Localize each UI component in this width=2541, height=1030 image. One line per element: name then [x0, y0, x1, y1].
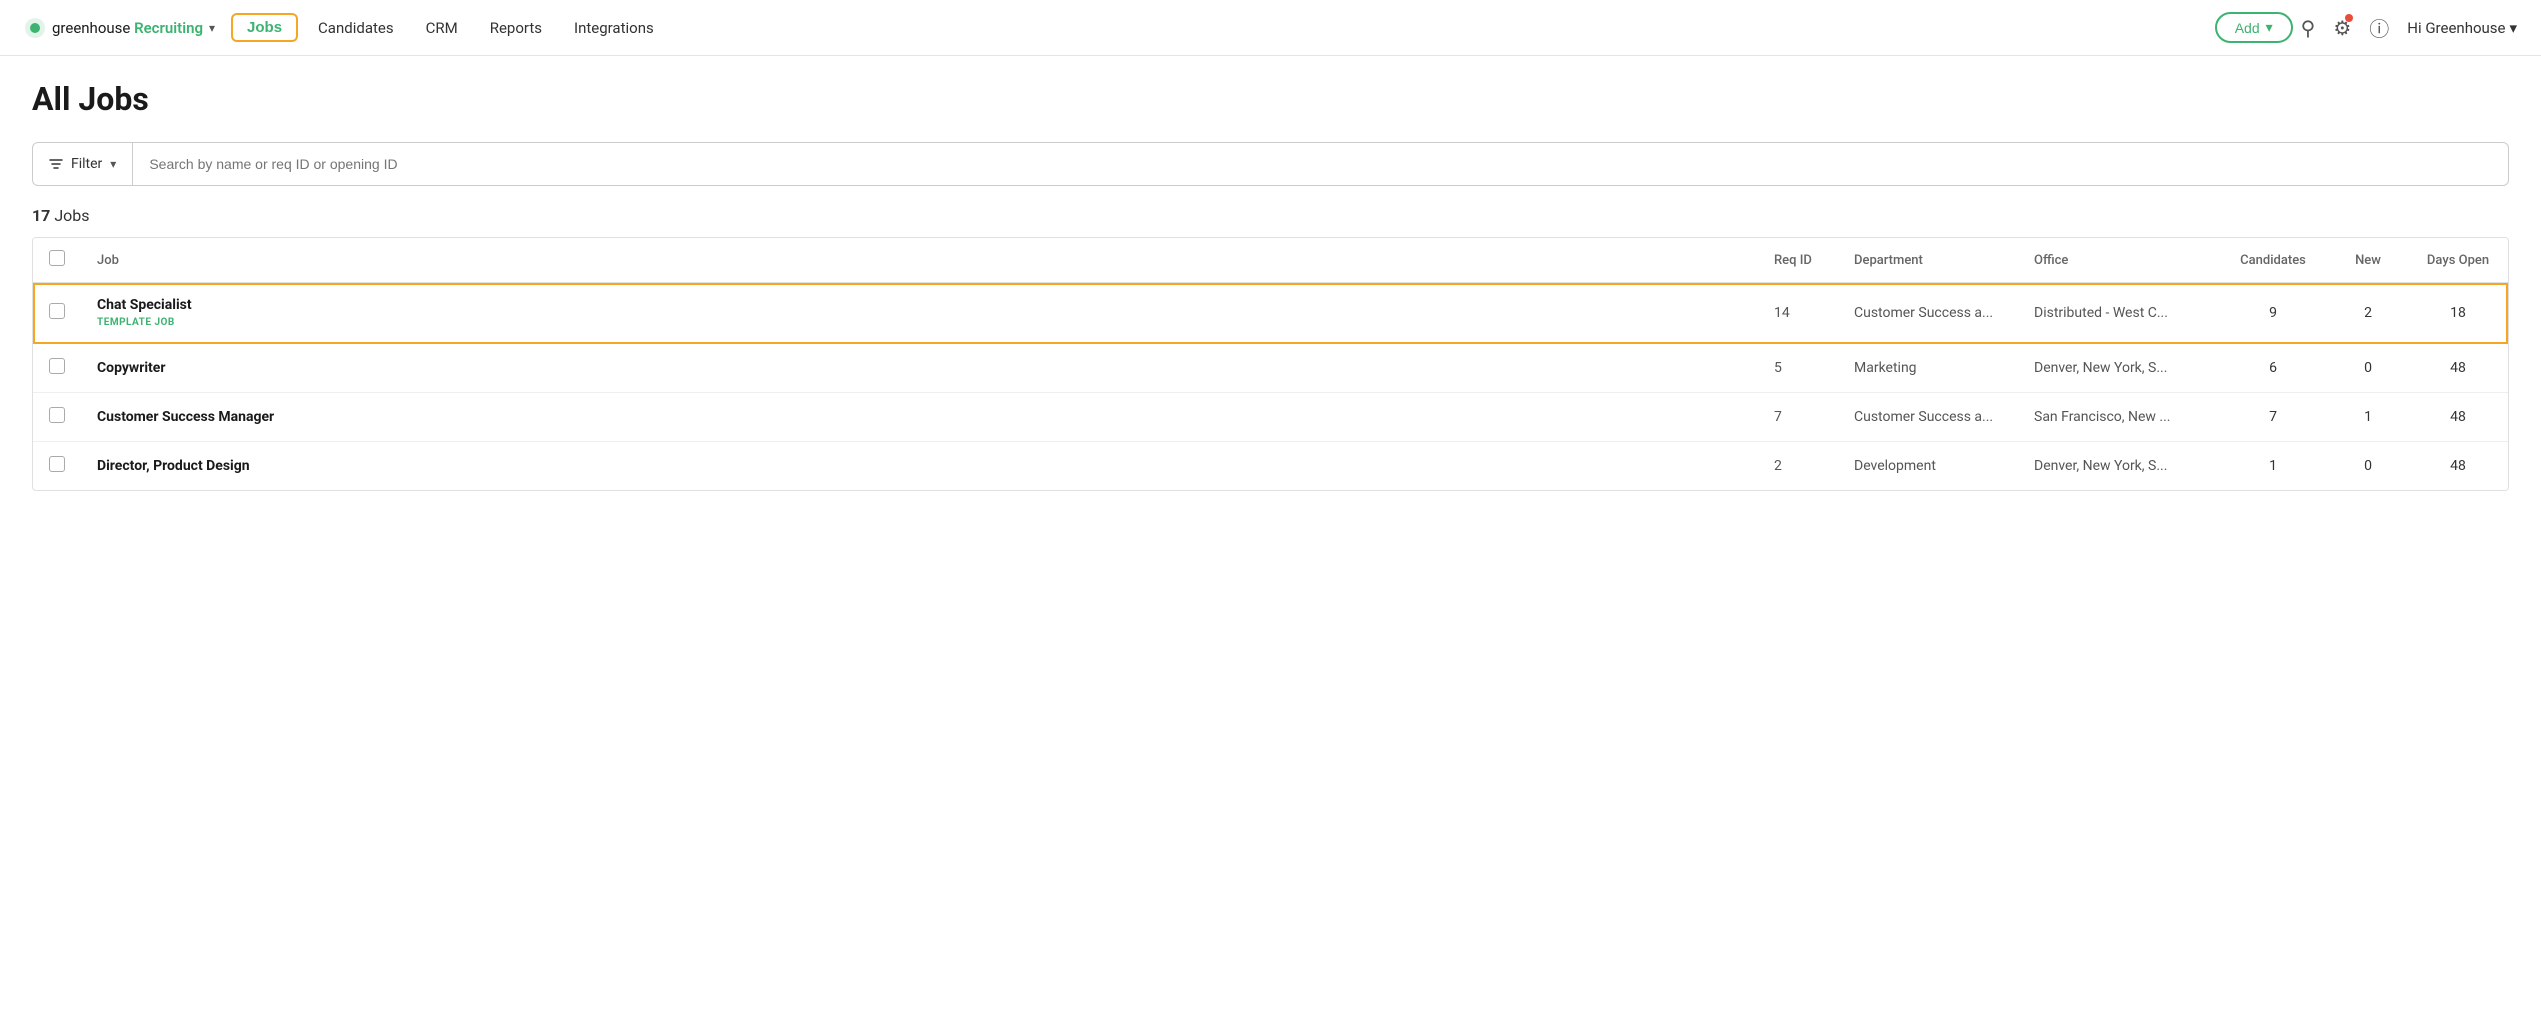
- logo-text: greenhouse Recruiting: [52, 19, 203, 37]
- new-cell: 1: [2328, 393, 2408, 442]
- nav-icons: ⚲ ⚙ ⓘ Hi Greenhouse ▾: [2301, 13, 2517, 42]
- search-icon[interactable]: ⚲: [2301, 16, 2316, 40]
- user-chevron-icon: ▾: [2509, 19, 2517, 37]
- row-checkbox[interactable]: [49, 407, 65, 423]
- table-row[interactable]: Copywriter 5 Marketing Denver, New York,…: [33, 344, 2508, 393]
- department-header: Department: [1838, 238, 2018, 283]
- filter-icon: [49, 157, 63, 171]
- row-checkbox[interactable]: [49, 303, 65, 319]
- days-open-cell: 48: [2408, 393, 2508, 442]
- navigation: greenhouse Recruiting ▾ Jobs Candidates …: [0, 0, 2541, 56]
- days-open-cell: 48: [2408, 442, 2508, 491]
- days-open-cell: 18: [2408, 283, 2508, 344]
- nav-crm-link[interactable]: CRM: [414, 19, 470, 37]
- template-badge: TEMPLATE JOB: [97, 317, 175, 328]
- candidates-cell: 6: [2218, 344, 2328, 393]
- job-cell[interactable]: Copywriter: [81, 344, 1758, 393]
- notification-dot: [2345, 14, 2353, 22]
- job-cell[interactable]: Director, Product Design: [81, 442, 1758, 491]
- req-id-header: Req ID: [1758, 238, 1838, 283]
- nav-candidates-link[interactable]: Candidates: [306, 19, 406, 37]
- department-cell: Development: [1838, 442, 2018, 491]
- user-label: Hi Greenhouse: [2407, 19, 2505, 37]
- new-cell: 2: [2328, 283, 2408, 344]
- days-open-cell: 48: [2408, 344, 2508, 393]
- nav-reports-link[interactable]: Reports: [478, 19, 554, 37]
- row-checkbox-cell[interactable]: [33, 442, 81, 491]
- table-row[interactable]: Director, Product Design 2 Development D…: [33, 442, 2508, 491]
- logo: greenhouse Recruiting ▾: [24, 17, 215, 39]
- logo-chevron[interactable]: ▾: [209, 21, 215, 35]
- req-id-cell: 2: [1758, 442, 1838, 491]
- req-id-cell: 5: [1758, 344, 1838, 393]
- nav-integrations-link[interactable]: Integrations: [562, 19, 666, 37]
- department-cell: Customer Success a...: [1838, 283, 2018, 344]
- help-icon[interactable]: ⓘ: [2369, 13, 2389, 42]
- row-checkbox[interactable]: [49, 358, 65, 374]
- new-cell: 0: [2328, 442, 2408, 491]
- greenhouse-logo-icon: [24, 17, 46, 39]
- search-input[interactable]: [133, 156, 2508, 172]
- office-cell: Denver, New York, S...: [2018, 442, 2218, 491]
- row-checkbox-cell[interactable]: [33, 344, 81, 393]
- candidates-cell: 9: [2218, 283, 2328, 344]
- table-header-row: Job Req ID Department Office Candidates …: [33, 238, 2508, 283]
- table-row[interactable]: Customer Success Manager 7 Customer Succ…: [33, 393, 2508, 442]
- job-name: Customer Success Manager: [97, 409, 1742, 425]
- add-label: Add: [2235, 20, 2260, 36]
- days-open-header: Days Open: [2408, 238, 2508, 283]
- jobs-nav-button[interactable]: Jobs: [231, 13, 298, 42]
- job-header: Job: [81, 238, 1758, 283]
- filter-label: Filter: [71, 156, 102, 172]
- candidates-header: Candidates: [2218, 238, 2328, 283]
- add-button[interactable]: Add ▾: [2215, 12, 2293, 43]
- job-name: Director, Product Design: [97, 458, 1742, 474]
- row-checkbox-cell[interactable]: [33, 283, 81, 344]
- table-row[interactable]: Chat Specialist TEMPLATE JOB 14 Customer…: [33, 283, 2508, 344]
- candidates-cell: 1: [2218, 442, 2328, 491]
- select-all-header[interactable]: [33, 238, 81, 283]
- add-chevron-icon: ▾: [2266, 19, 2273, 36]
- select-all-checkbox[interactable]: [49, 250, 65, 266]
- req-id-cell: 14: [1758, 283, 1838, 344]
- filter-chevron-icon: ▾: [110, 157, 116, 171]
- job-cell[interactable]: Chat Specialist TEMPLATE JOB: [81, 283, 1758, 344]
- job-name: Copywriter: [97, 360, 1742, 376]
- jobs-table: Job Req ID Department Office Candidates …: [32, 237, 2509, 491]
- department-cell: Customer Success a...: [1838, 393, 2018, 442]
- job-count-label: Jobs: [54, 206, 89, 225]
- job-name: Chat Specialist: [97, 297, 1742, 313]
- office-cell: Denver, New York, S...: [2018, 344, 2218, 393]
- page-title: All Jobs: [32, 80, 2509, 118]
- new-header: New: [2328, 238, 2408, 283]
- filter-bar: Filter ▾: [32, 142, 2509, 186]
- user-menu[interactable]: Hi Greenhouse ▾: [2407, 19, 2517, 37]
- row-checkbox[interactable]: [49, 456, 65, 472]
- main-content: All Jobs Filter ▾ 17 Jobs Job Req ID: [0, 56, 2541, 515]
- office-cell: San Francisco, New ...: [2018, 393, 2218, 442]
- filter-button[interactable]: Filter ▾: [33, 143, 133, 185]
- department-cell: Marketing: [1838, 344, 2018, 393]
- settings-icon-wrapper[interactable]: ⚙: [2333, 16, 2351, 40]
- candidates-cell: 7: [2218, 393, 2328, 442]
- new-cell: 0: [2328, 344, 2408, 393]
- job-count-number: 17: [32, 206, 50, 225]
- office-cell: Distributed - West C...: [2018, 283, 2218, 344]
- job-cell[interactable]: Customer Success Manager: [81, 393, 1758, 442]
- req-id-cell: 7: [1758, 393, 1838, 442]
- office-header: Office: [2018, 238, 2218, 283]
- row-checkbox-cell[interactable]: [33, 393, 81, 442]
- job-count: 17 Jobs: [32, 206, 2509, 225]
